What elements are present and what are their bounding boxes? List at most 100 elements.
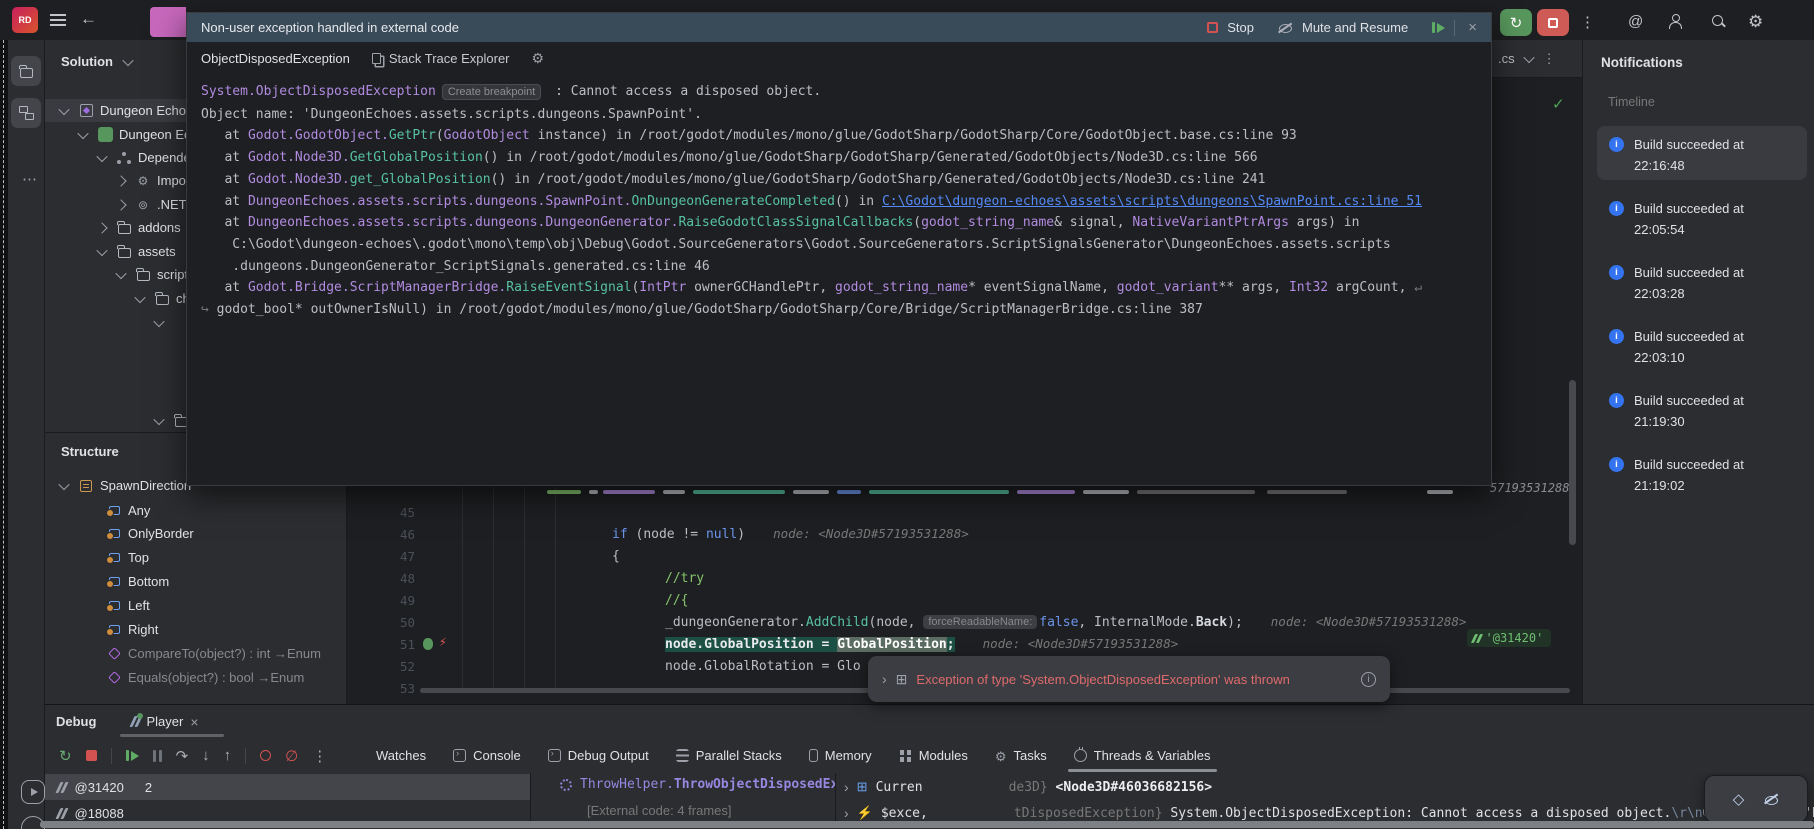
tab-exception[interactable]: ObjectDisposedException [201, 51, 350, 66]
step-over-button[interactable]: ↷ [176, 747, 189, 765]
mute-and-resume-button[interactable]: Mute and Resume [1302, 20, 1408, 35]
run-config-remnant[interactable] [150, 7, 186, 37]
tab-parallel-stacks[interactable]: Parallel Stacks [675, 738, 782, 773]
frame-item[interactable]: ThrowHelper.ThrowObjectDisposedExcep [560, 777, 835, 792]
line-number[interactable]: 50 [347, 615, 415, 630]
stack-trace-line[interactable]: at DungeonEchoes.assets.scripts.dungeons… [201, 212, 1491, 234]
add-user-icon[interactable] [1668, 14, 1683, 29]
variable-row[interactable]: › ⚡ $exce, tDisposedException} System.Objec… [844, 800, 1814, 823]
line-number[interactable]: 49 [347, 593, 415, 608]
notification-item[interactable]: i Build succeeded at 22:05:54 [1597, 190, 1807, 244]
info-icon[interactable]: i [1361, 671, 1376, 687]
chevron-down-icon[interactable] [153, 413, 165, 425]
file-tab-label[interactable]: .cs [1498, 51, 1515, 66]
stack-trace-line[interactable]: at Godot.Node3D.get_GlobalPosition() in … [201, 169, 1491, 191]
thread-at-line-badge[interactable]: '@31420' [1467, 629, 1552, 647]
structure-tree-row[interactable]: Left [45, 594, 347, 617]
stack-trace-line[interactable]: Object name: 'DungeonEchoes.assets.scrip… [201, 104, 1491, 126]
settings-gear-icon[interactable]: ⚙ [532, 50, 545, 67]
stack-trace-line[interactable]: at Godot.GodotObject.GetPtr(GodotObject … [201, 125, 1491, 147]
stack-trace-line[interactable]: at Godot.Bridge.ScriptManagerBridge.Rais… [201, 277, 1491, 299]
line-number[interactable]: 48 [347, 571, 415, 586]
structure-tree-row[interactable]: CompareTo(object?) : int →Enum [45, 642, 347, 665]
line-number[interactable]: 53 [347, 681, 415, 696]
close-icon[interactable]: × [190, 714, 198, 730]
notification-item[interactable]: i Build succeeded at 22:03:28 [1597, 254, 1807, 308]
code-line-48[interactable]: 48 //try [347, 567, 1582, 589]
line-number[interactable]: 52 [347, 659, 415, 674]
mentions-icon[interactable]: @ [1628, 13, 1643, 30]
external-frames-label[interactable]: [External code: 4 frames] [587, 803, 732, 818]
toolbar-more-icon[interactable]: ⋮ [312, 747, 327, 765]
structure-tree-row[interactable]: Bottom [45, 570, 347, 593]
line-number[interactable]: 45 [347, 505, 415, 520]
tab-debug-output[interactable]: Debug Output [547, 738, 649, 773]
tab-watches[interactable]: Watches [376, 738, 426, 773]
structure-tree-row[interactable]: Right [45, 618, 347, 641]
tab-console[interactable]: Console [453, 738, 521, 773]
structure-tree-row[interactable]: Equals(object?) : bool →Enum [45, 666, 347, 689]
stack-trace-line[interactable]: at Godot.Node3D.GetGlobalPosition() in /… [201, 147, 1491, 169]
structure-tool-button[interactable] [11, 98, 41, 128]
chevron-down-icon[interactable] [96, 244, 108, 256]
view-breakpoints-button[interactable] [260, 750, 272, 761]
column-divider[interactable] [530, 773, 531, 823]
thread-row[interactable]: @31420 2 [45, 774, 530, 800]
mute-icon[interactable] [1278, 21, 1293, 34]
bottom-scrollbar[interactable] [40, 821, 1814, 828]
settings-gear-icon[interactable]: ⚙ [1748, 12, 1763, 32]
line-number[interactable]: 46 [347, 527, 415, 542]
code-line-46[interactable]: 46 if (node != null) node: <Node3D#5719353… [347, 523, 1582, 545]
rerun-button[interactable]: ↻ [59, 747, 72, 765]
tab-modules[interactable]: Modules [899, 738, 968, 773]
chevron-down-icon[interactable] [134, 291, 146, 303]
chevron-down-icon[interactable] [96, 150, 108, 162]
stack-trace-line[interactable]: System.ObjectDisposedException Create bre… [201, 81, 1491, 104]
code-line-51[interactable]: 51 ⚡ node.GlobalPosition = GlobalPosition;… [347, 633, 1582, 655]
structure-tree-row[interactable]: Top [45, 546, 347, 569]
structure-tree-row[interactable]: Any [45, 499, 347, 522]
code-line-50[interactable]: 50 _dungeonGenerator.AddChild(node, force… [347, 611, 1582, 633]
chevron-down-icon[interactable] [77, 127, 89, 139]
chevron-down-icon[interactable] [115, 267, 127, 279]
expand-chevron-icon[interactable]: › [844, 779, 849, 795]
structure-tree-row[interactable]: OnlyBorder [45, 522, 347, 545]
close-icon[interactable]: × [1468, 19, 1477, 36]
stack-trace-line[interactable]: ↪ godot_bool* outOwnerIsNull) in /root/g… [201, 299, 1491, 321]
tab-tasks[interactable]: ⚙ Tasks [995, 738, 1047, 773]
search-icon[interactable] [1712, 15, 1726, 29]
exception-inline-tooltip[interactable]: › ⊞ Exception of type 'System.ObjectDisp… [868, 656, 1390, 702]
notification-item[interactable]: i Build succeeded at 21:19:02 [1597, 446, 1807, 500]
chevron-down-icon[interactable] [58, 478, 70, 490]
stop-icon[interactable] [1207, 22, 1219, 33]
code-line-49[interactable]: 49 //{ [347, 589, 1582, 611]
step-into-button[interactable]: ↓ [202, 747, 210, 764]
editor-vertical-scrollbar[interactable] [1569, 380, 1576, 545]
stop-button[interactable] [85, 750, 97, 761]
tab-player[interactable]: Player × [120, 705, 225, 738]
line-number[interactable]: 47 [347, 549, 415, 564]
tab-memory[interactable]: Memory [808, 738, 872, 773]
back-icon[interactable]: ← [80, 9, 97, 29]
chevron-right-icon[interactable] [115, 174, 127, 187]
tab-options-icon[interactable]: ⋮ [1543, 51, 1556, 67]
hide-icon[interactable] [1764, 793, 1779, 806]
stack-trace-line[interactable]: .dungeons.DungeonGenerator_ScriptSignals… [201, 256, 1491, 278]
solution-tool-button[interactable] [11, 56, 41, 86]
mute-breakpoints-button[interactable]: ∅ [285, 747, 298, 765]
stack-trace-text[interactable]: System.ObjectDisposedException Create bre… [187, 74, 1491, 321]
profiler-icon[interactable] [21, 780, 45, 804]
resume-button[interactable] [125, 750, 139, 761]
variable-row[interactable]: › ⊞ Curren de3D} <Node3D#46036682156> [844, 774, 1814, 800]
stop-button[interactable]: Stop [1227, 20, 1254, 35]
expand-chevron-icon[interactable]: › [882, 671, 887, 687]
stack-trace-line[interactable]: at DungeonEchoes.assets.scripts.dungeons… [201, 191, 1491, 213]
more-tools-icon[interactable]: ⋯ [22, 170, 38, 188]
tab-stack-trace-explorer[interactable]: Stack Trace Explorer [371, 51, 510, 66]
chevron-right-icon[interactable] [96, 221, 108, 234]
chevron-down-icon[interactable] [122, 54, 134, 67]
stack-trace-line[interactable]: C:\Godot\dungeon-echoes\.godot\mono\temp… [201, 234, 1491, 256]
chevron-down-icon[interactable] [153, 315, 165, 327]
chevron-down-icon[interactable] [1522, 51, 1535, 63]
line-number[interactable]: 51 [347, 637, 415, 652]
